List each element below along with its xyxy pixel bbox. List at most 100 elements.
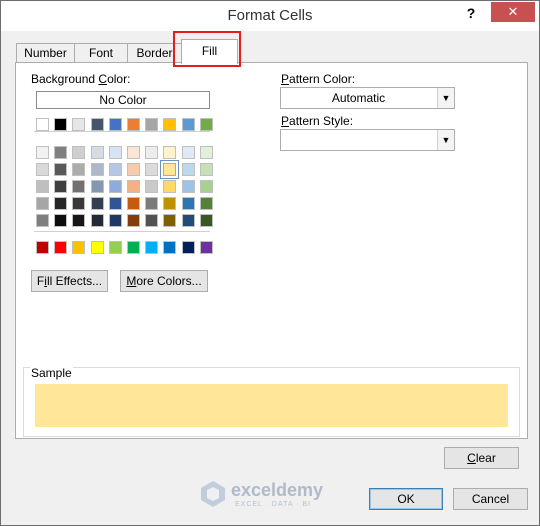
color-swatch[interactable] [128, 242, 139, 253]
color-swatch[interactable] [55, 198, 66, 209]
color-swatch[interactable] [128, 215, 139, 226]
exceldemy-watermark: exceldemy EXCEL · DATA · BI [199, 477, 359, 511]
color-swatch[interactable] [164, 164, 175, 175]
color-swatch[interactable] [73, 164, 84, 175]
color-swatch[interactable] [201, 119, 212, 130]
color-swatch[interactable] [201, 181, 212, 192]
color-swatch[interactable] [73, 119, 84, 130]
title-bar: Format Cells ? ✕ [1, 1, 539, 31]
color-swatch[interactable] [201, 242, 212, 253]
color-swatch[interactable] [55, 147, 66, 158]
fill-effects-button[interactable]: Fill Effects... [31, 270, 108, 292]
color-swatch[interactable] [201, 147, 212, 158]
color-swatch[interactable] [92, 215, 103, 226]
dialog-title: Format Cells [227, 7, 313, 24]
fill-panel: Background Color: No Color Fill Effects.… [15, 62, 528, 469]
color-swatch[interactable] [146, 119, 157, 130]
sample-group: Sample [23, 366, 520, 437]
color-swatch[interactable] [164, 119, 175, 130]
color-swatch[interactable] [55, 164, 66, 175]
color-swatch[interactable] [92, 242, 103, 253]
format-cells-dialog: Format Cells ? ✕ Number Font Border Fill… [0, 0, 540, 526]
pattern-style-dropdown[interactable]: ▼ [280, 129, 455, 151]
close-button[interactable]: ✕ [491, 2, 535, 22]
color-swatch[interactable] [183, 119, 194, 130]
color-swatch[interactable] [128, 198, 139, 209]
palette-divider [34, 131, 210, 132]
color-swatch[interactable] [146, 147, 157, 158]
more-colors-button[interactable]: More Colors... [120, 270, 208, 292]
clear-button[interactable]: Clear [444, 447, 519, 469]
color-swatch[interactable] [146, 198, 157, 209]
color-swatch[interactable] [37, 147, 48, 158]
color-swatch[interactable] [73, 147, 84, 158]
tab-font[interactable]: Font [74, 43, 128, 63]
color-swatch[interactable] [110, 164, 121, 175]
color-swatch[interactable] [164, 198, 175, 209]
color-swatch[interactable] [55, 181, 66, 192]
color-swatch[interactable] [73, 181, 84, 192]
color-swatch[interactable] [92, 147, 103, 158]
tab-number[interactable]: Number [16, 43, 75, 63]
color-swatch[interactable] [37, 198, 48, 209]
color-swatch[interactable] [146, 164, 157, 175]
color-swatch[interactable] [37, 181, 48, 192]
palette-divider [34, 231, 210, 232]
color-swatch[interactable] [37, 119, 48, 130]
watermark-name: exceldemy [231, 480, 324, 500]
color-swatch[interactable] [110, 215, 121, 226]
color-swatch[interactable] [110, 119, 121, 130]
color-swatch[interactable] [164, 147, 175, 158]
color-swatch[interactable] [201, 164, 212, 175]
color-swatch[interactable] [128, 181, 139, 192]
exceldemy-logo-icon [201, 481, 225, 507]
tab-border[interactable]: Border [127, 43, 182, 63]
color-swatch[interactable] [164, 242, 175, 253]
chevron-down-icon[interactable]: ▼ [437, 88, 454, 108]
color-swatch[interactable] [37, 215, 48, 226]
color-swatch[interactable] [110, 198, 121, 209]
color-swatch[interactable] [164, 181, 175, 192]
color-swatch[interactable] [110, 181, 121, 192]
color-swatch[interactable] [146, 242, 157, 253]
color-swatch[interactable] [183, 215, 194, 226]
color-swatch[interactable] [128, 164, 139, 175]
color-swatch[interactable] [55, 215, 66, 226]
color-swatch[interactable] [110, 242, 121, 253]
sample-preview [35, 384, 508, 427]
color-swatch[interactable] [183, 198, 194, 209]
color-swatch[interactable] [201, 215, 212, 226]
watermark-tagline: EXCEL · DATA · BI [235, 501, 311, 508]
color-swatch[interactable] [55, 242, 66, 253]
color-swatch[interactable] [92, 181, 103, 192]
tab-fill[interactable]: Fill [181, 39, 238, 64]
color-swatch[interactable] [92, 198, 103, 209]
color-swatch[interactable] [55, 119, 66, 130]
color-swatch[interactable] [146, 215, 157, 226]
color-swatch[interactable] [183, 164, 194, 175]
color-swatch[interactable] [73, 215, 84, 226]
no-color-button[interactable]: No Color [36, 91, 210, 109]
color-swatch[interactable] [183, 242, 194, 253]
chevron-down-icon[interactable]: ▼ [437, 130, 454, 150]
color-swatch[interactable] [92, 164, 103, 175]
color-swatch[interactable] [164, 215, 175, 226]
color-swatch[interactable] [201, 198, 212, 209]
color-swatch[interactable] [92, 119, 103, 130]
ok-button[interactable]: OK [369, 488, 443, 510]
pattern-color-dropdown[interactable]: Automatic ▼ [280, 87, 455, 109]
color-swatch[interactable] [73, 242, 84, 253]
cancel-button[interactable]: Cancel [453, 488, 528, 510]
help-button[interactable]: ? [462, 4, 480, 22]
color-swatch[interactable] [128, 119, 139, 130]
color-swatch[interactable] [73, 198, 84, 209]
color-swatch[interactable] [128, 147, 139, 158]
color-swatch[interactable] [110, 147, 121, 158]
color-swatch[interactable] [37, 164, 48, 175]
color-swatch[interactable] [183, 181, 194, 192]
color-swatch[interactable] [146, 181, 157, 192]
color-swatch[interactable] [183, 147, 194, 158]
sample-label: Sample [30, 366, 73, 380]
color-swatch[interactable] [37, 242, 48, 253]
pattern-color-label: Pattern Color: [281, 72, 356, 86]
